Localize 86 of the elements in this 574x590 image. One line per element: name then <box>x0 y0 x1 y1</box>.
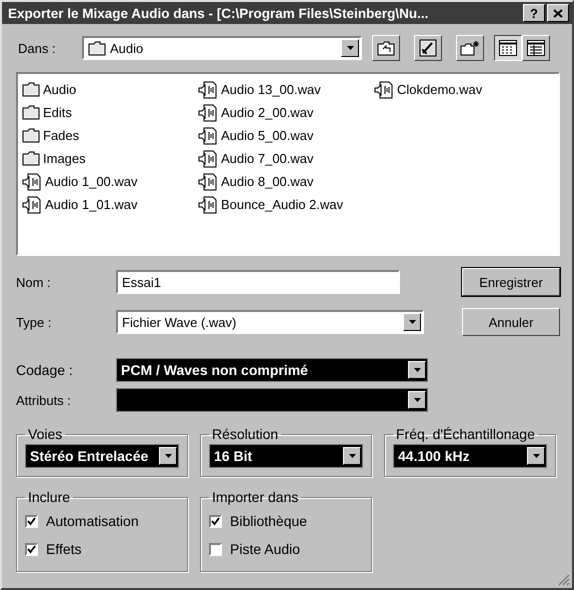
list-view-icon <box>499 40 517 56</box>
file-item[interactable]: Edits <box>22 101 198 124</box>
cancel-button[interactable]: Annuler <box>462 308 560 336</box>
group-title: Importer dans <box>211 489 300 505</box>
check-icon <box>211 516 220 526</box>
attributes-dropdown[interactable] <box>116 388 428 412</box>
dropdown-arrow-button[interactable] <box>408 361 426 379</box>
folder-icon <box>22 128 40 143</box>
audio-file-icon <box>198 172 218 190</box>
attributes-label: Attributs : <box>16 392 72 408</box>
type-dropdown[interactable]: Fichier Wave (.wav) <box>116 310 424 334</box>
audio-file-icon <box>198 150 218 168</box>
resize-grip-icon[interactable] <box>558 574 570 586</box>
file-item[interactable]: Audio 2_00.wav <box>198 101 374 124</box>
close-button[interactable] <box>547 4 569 22</box>
audio-file-icon <box>198 80 218 98</box>
close-icon <box>553 8 563 18</box>
coding-dropdown[interactable]: PCM / Waves non comprimé <box>116 358 428 382</box>
dropdown-arrow-button[interactable] <box>159 447 177 465</box>
caret-icon <box>348 454 356 458</box>
dropdown-arrow-button[interactable] <box>527 447 545 465</box>
name-input[interactable]: Essai1 <box>116 270 400 294</box>
caret-icon <box>346 46 354 50</box>
audio-file-icon <box>198 196 218 214</box>
file-item[interactable]: Clokdemo.wav <box>374 78 550 101</box>
caret-icon <box>414 398 420 402</box>
dropdown-arrow-button[interactable] <box>408 391 426 409</box>
audio-file-icon <box>374 80 394 98</box>
checkbox[interactable] <box>25 542 38 556</box>
file-item[interactable]: Audio 1_01.wav <box>22 193 198 216</box>
caret-icon <box>164 454 172 458</box>
caret-icon <box>414 368 420 372</box>
file-item[interactable]: Audio 1_00.wav <box>22 170 198 193</box>
check-icon <box>27 544 36 554</box>
group-title: Inclure <box>27 489 72 505</box>
file-item[interactable]: Audio 7_00.wav <box>198 147 374 170</box>
format-dropdown[interactable]: 16 Bit <box>209 444 363 468</box>
file-item[interactable]: Fades <box>22 124 198 147</box>
folder-icon <box>22 82 40 97</box>
coding-label: Codage : <box>16 362 74 378</box>
up-folder-icon <box>377 40 395 56</box>
window-title: Exporter le Mixage Audio dans - [C:\Program Files\Steinberg\Nu... <box>8 6 430 20</box>
save-button[interactable]: Enregistrer <box>462 268 560 296</box>
details-view-button[interactable] <box>522 35 550 61</box>
dropdown-arrow-button[interactable] <box>343 447 361 465</box>
checkbox[interactable] <box>209 542 222 556</box>
location-label: Dans : <box>17 40 57 56</box>
check-icon <box>27 516 36 526</box>
format-dropdown[interactable]: 44.100 kHz <box>393 444 547 468</box>
checkbox-label: Automatisation <box>46 513 139 529</box>
new-folder-button[interactable] <box>456 35 484 61</box>
folder-icon <box>88 40 106 56</box>
file-item[interactable]: Images <box>22 147 198 170</box>
checkbox[interactable] <box>25 514 38 528</box>
dropdown-arrow-button[interactable] <box>341 39 359 57</box>
audio-file-icon <box>198 126 218 144</box>
file-item[interactable]: Audio <box>22 78 198 101</box>
audio-file-icon <box>198 104 218 122</box>
details-view-icon <box>527 40 545 56</box>
name-label: Nom : <box>16 274 52 290</box>
folder-icon <box>22 105 40 120</box>
group-title: Voies <box>27 426 64 442</box>
checkbox[interactable] <box>209 514 222 528</box>
audio-file-icon <box>22 196 42 214</box>
file-item[interactable]: Audio 13_00.wav <box>198 78 374 101</box>
audio-file-icon <box>22 172 42 190</box>
checkbox-label: Piste Audio <box>230 541 300 557</box>
help-button[interactable]: ? <box>523 4 545 22</box>
dropdown-arrow-button[interactable] <box>403 313 421 331</box>
location-dropdown[interactable]: Audio <box>82 36 362 60</box>
caret-icon <box>532 454 540 458</box>
checkbox-label: Effets <box>46 541 82 557</box>
format-dropdown[interactable]: Stéréo Entrelacée <box>25 444 179 468</box>
desktop-button[interactable] <box>414 35 442 61</box>
new-folder-icon <box>460 40 480 56</box>
file-item[interactable]: Bounce_Audio 2.wav <box>198 193 374 216</box>
up-folder-button[interactable] <box>372 35 400 61</box>
file-item[interactable]: Audio 5_00.wav <box>198 124 374 147</box>
file-item[interactable]: Audio 8_00.wav <box>198 170 374 193</box>
group-title: Fréq. d'Échantillonage <box>395 426 536 442</box>
folder-icon <box>22 151 40 166</box>
group-title: Résolution <box>211 426 280 442</box>
list-view-button[interactable] <box>494 35 522 61</box>
type-label: Type : <box>16 314 52 330</box>
checkbox-label: Bibliothèque <box>230 513 308 529</box>
caret-icon <box>408 320 416 324</box>
